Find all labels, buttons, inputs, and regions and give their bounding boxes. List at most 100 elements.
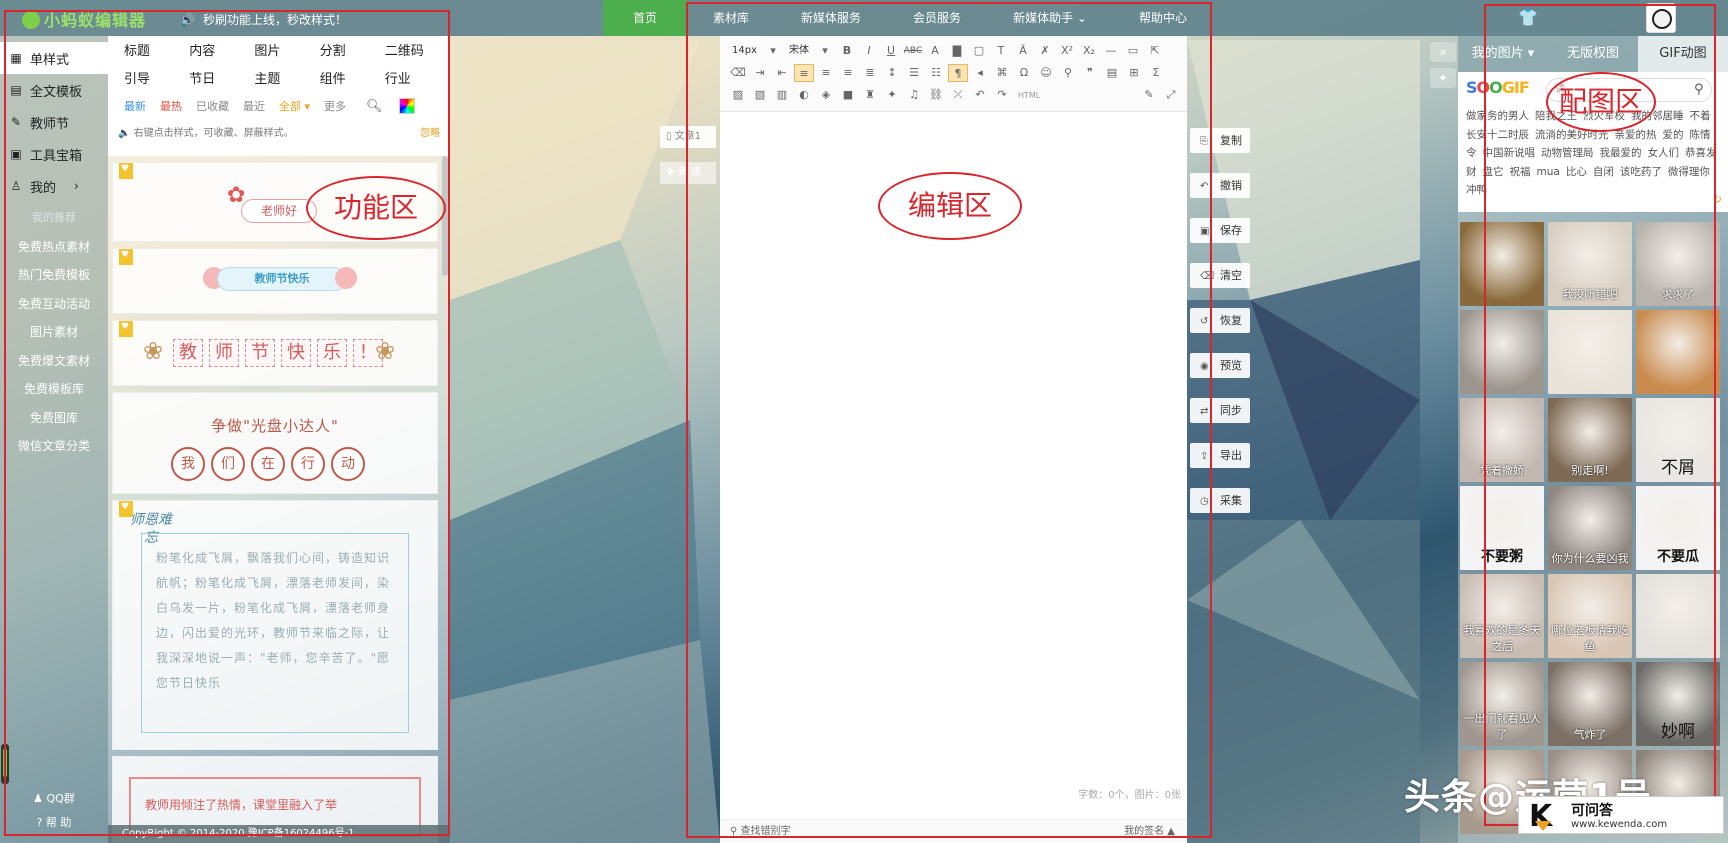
app-logo[interactable]: 小蚂蚁编辑器 (22, 7, 146, 30)
gif-tag[interactable]: 冲鸭 (1466, 184, 1487, 196)
collect-button[interactable]: ◷ 采集 (1190, 488, 1250, 513)
tab-gif[interactable]: GIF动图 (1638, 36, 1728, 72)
horizontal-rule-icon[interactable]: — (1101, 42, 1121, 60)
underline-icon[interactable]: U (881, 42, 901, 60)
indent-icon[interactable]: ⇥ (750, 64, 770, 82)
save-button[interactable]: ▣ 保存 (1190, 218, 1250, 243)
clear-button[interactable]: ⌫ 清空 (1190, 263, 1250, 288)
style-card[interactable]: 师恩难忘 粉笔化成飞屑，飘落我们心间，铸造知识航帆；粉笔化成飞屑，漂落老师发间，… (112, 500, 438, 750)
code-icon[interactable]: ▤ (1102, 64, 1122, 82)
sidebar-item-single-style[interactable]: ▦ 单样式 (0, 42, 108, 74)
category-qrcode[interactable]: 二维码 (377, 42, 442, 62)
sidebar-item-mine[interactable]: ♙ 我的 › (0, 170, 108, 202)
gif-thumbnail[interactable] (1548, 310, 1632, 394)
stamp-icon[interactable]: ◈ (816, 86, 836, 104)
gif-thumbnail[interactable]: 不要粥 (1460, 486, 1544, 570)
bold-icon[interactable]: B (837, 42, 857, 60)
video-icon[interactable]: ■ (838, 86, 858, 104)
omega-icon[interactable]: Ω (1014, 64, 1034, 82)
refresh-icon[interactable]: ↻ (1713, 193, 1722, 206)
music-icon[interactable]: ♫ (904, 86, 924, 104)
find-icon[interactable]: ⚲ (1058, 64, 1078, 82)
sidebar-sub-hot-materials[interactable]: 免费热点素材 (0, 233, 108, 262)
preview-button[interactable]: ◉ 预览 (1190, 353, 1250, 378)
nav-materials[interactable]: 素材库 (687, 0, 775, 36)
category-guide[interactable]: 引导 (116, 70, 181, 90)
shape-icon[interactable]: ◐ (794, 86, 814, 104)
typo-check-button[interactable]: ⚲ 查找错别字 (730, 820, 791, 843)
sigma-icon[interactable]: Σ (1146, 64, 1166, 82)
text-direction-icon[interactable]: ¶ (948, 64, 968, 82)
redo-icon[interactable]: ↷ (992, 86, 1012, 104)
sidebar-sub-template-lib[interactable]: 免费模板库 (0, 375, 108, 404)
list-icon[interactable]: ☷ (926, 64, 946, 82)
align-center-icon[interactable]: ≡ (816, 64, 836, 82)
gif-tag[interactable]: 做家务的男人 (1466, 110, 1529, 122)
collapse-panel-button[interactable]: » (1430, 42, 1456, 62)
gif-tag[interactable]: mua (1537, 166, 1560, 178)
avatar[interactable] (1646, 3, 1676, 33)
magic-wand-button[interactable]: ✦ (1430, 68, 1456, 88)
line-height-icon[interactable]: ↕ (882, 64, 902, 82)
export-button[interactable]: ⇪ 导出 (1190, 443, 1250, 468)
font-color-icon[interactable]: A (925, 42, 945, 60)
qq-group-link[interactable]: ♟ QQ群 (0, 787, 108, 811)
gif-thumbnail[interactable]: 我没听错吧 (1548, 222, 1632, 306)
page-icon[interactable]: ▭ (1123, 42, 1143, 60)
sidebar-sub-viral[interactable]: 免费爆文素材 (0, 347, 108, 376)
rtl-icon[interactable]: ◂ (970, 64, 990, 82)
gif-tag[interactable]: 不着 (1690, 110, 1711, 122)
restore-button[interactable]: ↺ 恢复 (1190, 308, 1250, 333)
image-icon[interactable]: ▨ (728, 86, 748, 104)
unlink-icon[interactable]: ⤫ (948, 86, 968, 104)
multi-image-icon[interactable]: ▧ (750, 86, 770, 104)
gif-thumbnail[interactable]: 你为什么要凶我 (1548, 486, 1632, 570)
category-title[interactable]: 标题 (116, 42, 181, 62)
sidebar-sub-images[interactable]: 图片素材 (0, 318, 108, 347)
gif-thumbnail[interactable] (1636, 574, 1720, 658)
gif-tag[interactable]: 该吃药了 (1620, 166, 1662, 178)
filter-more[interactable]: 更多 (324, 98, 346, 114)
help-link[interactable]: ? 帮 助 (0, 811, 108, 835)
table-icon[interactable]: ⊞ (1124, 64, 1144, 82)
category-divider[interactable]: 分割 (312, 42, 377, 62)
style-card[interactable]: 教师节快乐 (112, 248, 438, 314)
eraser-icon[interactable]: ⌫ (728, 64, 748, 82)
paint-icon[interactable]: ♜ (860, 86, 880, 104)
quote-icon[interactable]: ❞ (1080, 64, 1100, 82)
signature-button[interactable]: 我的签名 ▲ (1124, 820, 1175, 843)
nav-media-assistant[interactable]: 新媒体助手 ⌄ (987, 0, 1113, 36)
category-component[interactable]: 组件 (312, 70, 377, 90)
search-icon[interactable]: ⚲ (1694, 82, 1704, 97)
category-industry[interactable]: 行业 (377, 70, 442, 90)
dropdown-icon[interactable]: ▾ (815, 42, 835, 60)
category-content[interactable]: 内容 (181, 42, 246, 62)
sidebar-sub-hot-templates[interactable]: 热门免费模板 (0, 261, 108, 290)
format-brush-icon[interactable]: ⌘ (992, 64, 1012, 82)
gif-tag[interactable]: 女人们 (1648, 147, 1680, 159)
gif-tag[interactable]: 亲爱的热 (1615, 129, 1657, 141)
text-border-icon[interactable]: ▢ (969, 42, 989, 60)
category-image[interactable]: 图片 (246, 42, 311, 62)
article-tab[interactable]: ▯ 文章1 (660, 126, 716, 148)
gif-thumbnail[interactable]: 妙啊 (1636, 662, 1720, 746)
new-article-button[interactable]: ✚ 新 建 (660, 162, 716, 184)
gif-thumbnail[interactable]: 一出门就看见人了 (1460, 662, 1544, 746)
style-card[interactable]: ❀ 教 师 节 快 乐 ！ ❀ (112, 320, 438, 386)
magic-wand-icon[interactable]: ✦ (882, 86, 902, 104)
notice-banner[interactable]: 🔊 秒刷功能上线，秒改样式！ (180, 11, 347, 28)
link-icon[interactable]: ⛓ (926, 86, 946, 104)
category-holiday[interactable]: 节日 (181, 70, 246, 90)
highlight-icon[interactable]: ▇ (947, 42, 967, 60)
fullscreen-icon[interactable]: ⤢ (1161, 86, 1181, 104)
outdent-icon[interactable]: ⇤ (772, 64, 792, 82)
copy-button[interactable]: ⎘ 复制 (1190, 128, 1250, 153)
gif-tag[interactable]: 我最爱的 (1600, 147, 1642, 159)
font-size-icon[interactable]: T (991, 42, 1011, 60)
paragraph-spacing-icon[interactable]: ☰ (904, 64, 924, 82)
gif-tag[interactable]: 盘它 (1483, 166, 1504, 178)
gif-tag[interactable]: 微得理你 (1668, 166, 1710, 178)
html-toggle[interactable]: HTML (1014, 91, 1044, 100)
filter-latest[interactable]: 最新 (124, 98, 146, 114)
strikethrough-icon[interactable]: ABC (903, 42, 923, 60)
